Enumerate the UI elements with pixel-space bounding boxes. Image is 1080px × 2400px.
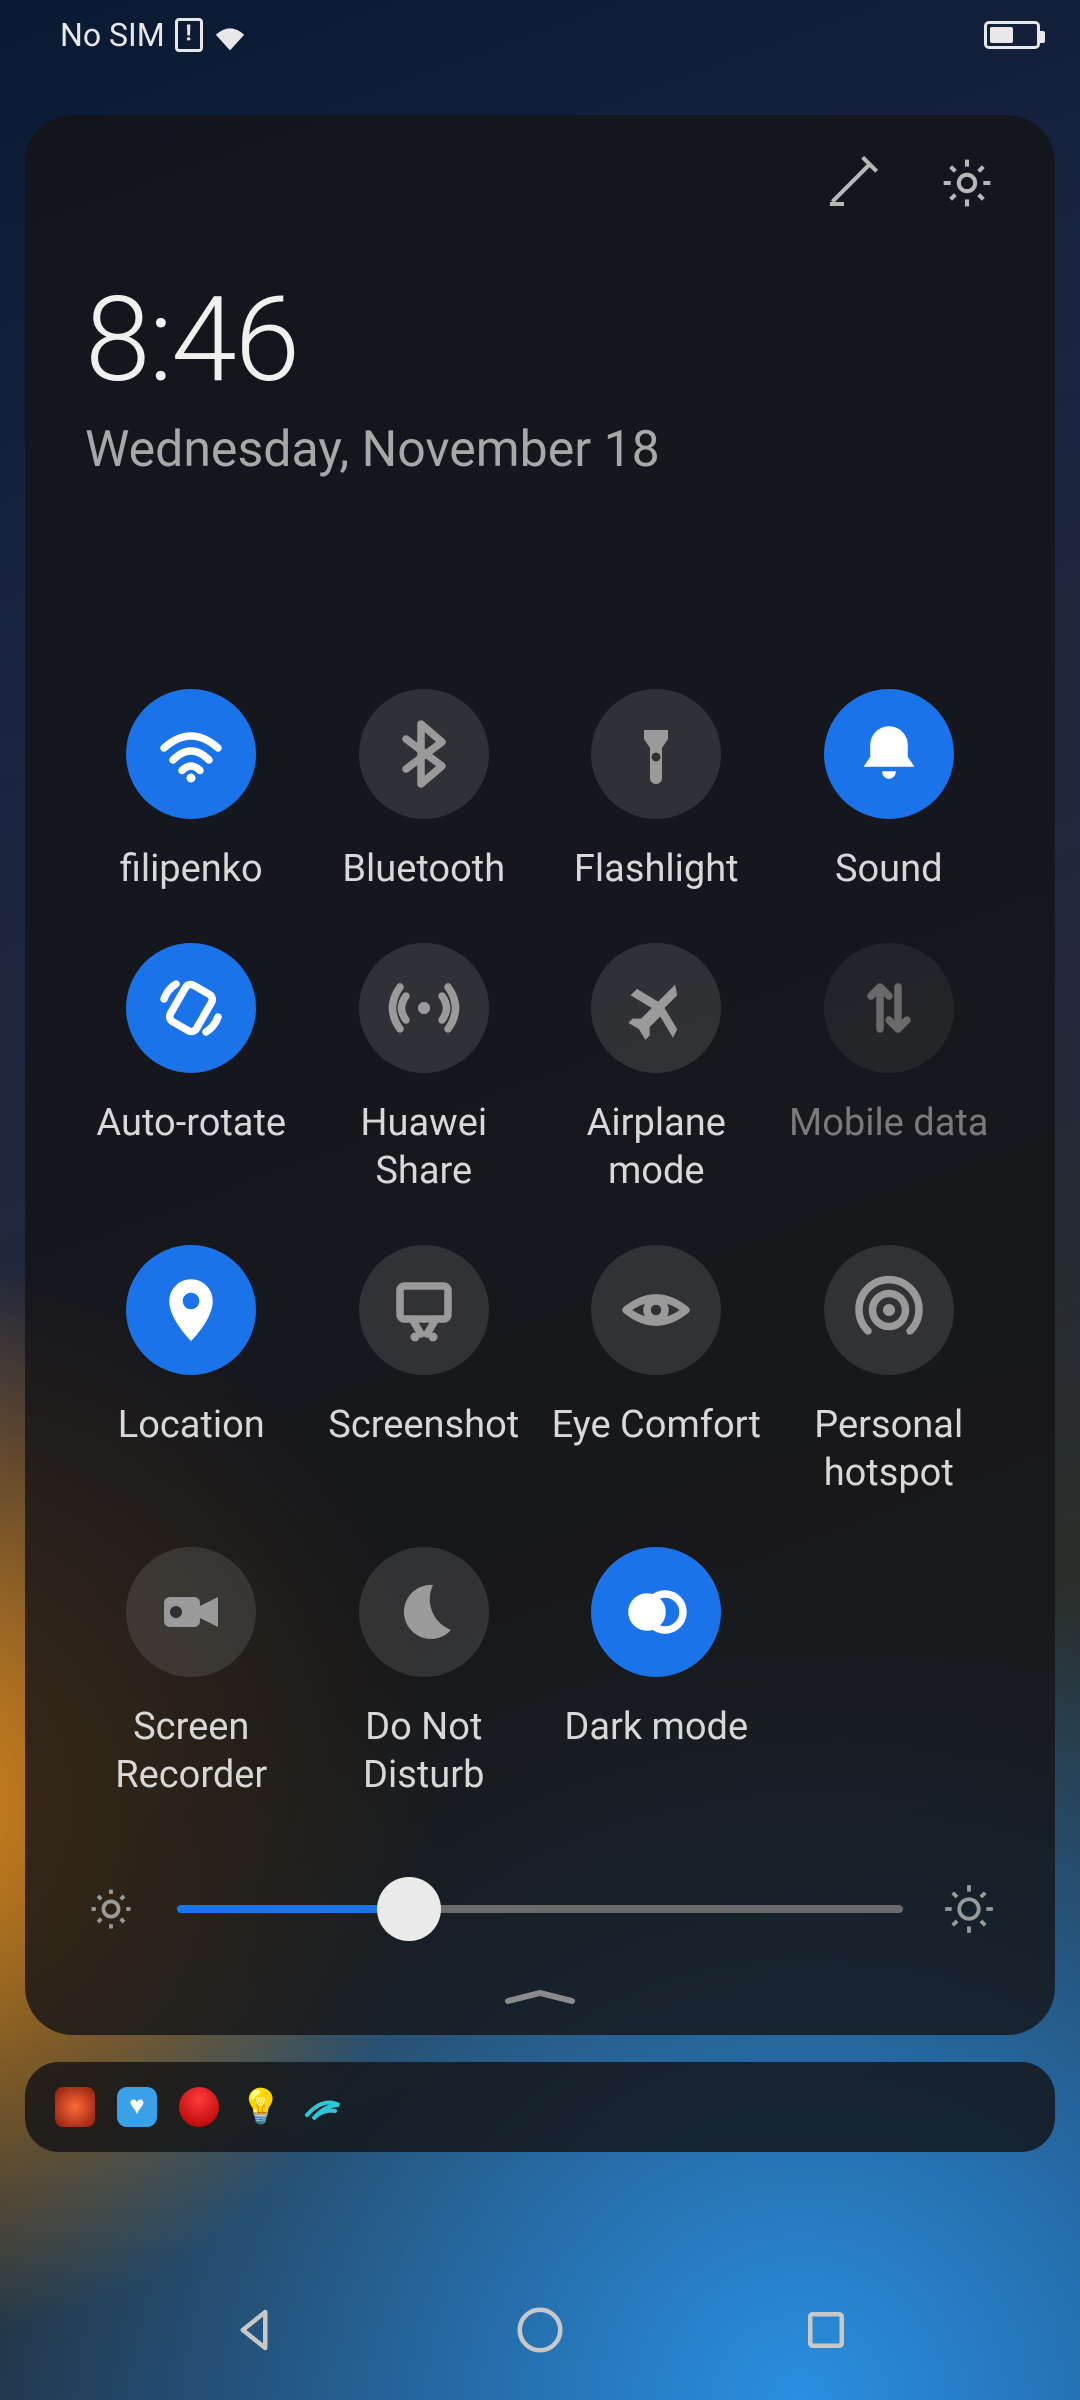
notif-huawei-icon bbox=[179, 2087, 219, 2127]
bell-icon bbox=[853, 718, 925, 790]
notif-tips-icon: 💡 bbox=[241, 2087, 281, 2127]
triangle-back-icon bbox=[227, 2303, 281, 2357]
toggle-label: Airplane mode bbox=[540, 1099, 773, 1195]
toggle-label: Flashlight bbox=[574, 845, 739, 893]
toggle-dark-mode[interactable]: Dark mode bbox=[540, 1547, 773, 1799]
toggle-eye-comfort[interactable]: Eye Comfort bbox=[540, 1245, 773, 1497]
toggle-label: Auto-rotate bbox=[96, 1099, 286, 1147]
toggle-label: Sound bbox=[835, 845, 943, 893]
edit-button[interactable] bbox=[823, 155, 879, 211]
navigation-bar bbox=[0, 2260, 1080, 2400]
hotspot-icon bbox=[853, 1274, 925, 1346]
toggles-grid: filipenko Bluetooth Flashlight Sound Aut… bbox=[75, 689, 1005, 1799]
toggle-screenshot[interactable]: Screenshot bbox=[308, 1245, 541, 1497]
sim-status-text: No SIM bbox=[60, 16, 165, 54]
toggle-label: Do Not Disturb bbox=[308, 1703, 541, 1799]
flashlight-icon bbox=[620, 718, 692, 790]
status-right bbox=[984, 21, 1040, 49]
nav-home-button[interactable] bbox=[508, 2298, 572, 2362]
nav-recent-button[interactable] bbox=[794, 2298, 858, 2362]
location-pin-icon bbox=[155, 1274, 227, 1346]
toggle-sound[interactable]: Sound bbox=[773, 689, 1006, 893]
toggle-mobile-data[interactable]: Mobile data bbox=[773, 943, 1006, 1195]
data-arrows-icon bbox=[853, 972, 925, 1044]
toggle-label: filipenko bbox=[120, 845, 263, 893]
toggle-label: Screenshot bbox=[328, 1401, 519, 1449]
share-waves-icon bbox=[388, 972, 460, 1044]
panel-top-actions bbox=[75, 155, 1005, 211]
quick-settings-panel: 8:46 Wednesday, November 18 filipenko Bl… bbox=[25, 115, 1055, 2035]
toggle-wifi[interactable]: filipenko bbox=[75, 689, 308, 893]
notif-swoosh-icon bbox=[303, 2087, 343, 2127]
moon-icon bbox=[388, 1576, 460, 1648]
toggle-label: Eye Comfort bbox=[552, 1401, 761, 1449]
square-recent-icon bbox=[799, 2303, 853, 2357]
brightness-low-icon bbox=[85, 1883, 137, 1935]
wifi-icon bbox=[155, 718, 227, 790]
notif-health-icon: ♥ bbox=[117, 2087, 157, 2127]
pencil-icon bbox=[823, 155, 879, 211]
brightness-slider-thumb[interactable] bbox=[377, 1877, 441, 1941]
nav-back-button[interactable] bbox=[222, 2298, 286, 2362]
bluetooth-icon bbox=[388, 718, 460, 790]
toggle-bluetooth[interactable]: Bluetooth bbox=[308, 689, 541, 893]
notification-strip[interactable]: ♥ 💡 bbox=[25, 2062, 1055, 2152]
toggle-auto-rotate[interactable]: Auto-rotate bbox=[75, 943, 308, 1195]
dark-mode-icon bbox=[620, 1576, 692, 1648]
toggle-huawei-share[interactable]: Huawei Share bbox=[308, 943, 541, 1195]
clock-date: Wednesday, November 18 bbox=[85, 421, 1005, 479]
brightness-high-icon bbox=[943, 1883, 995, 1935]
toggle-label: Location bbox=[118, 1401, 265, 1449]
brightness-row bbox=[85, 1883, 995, 1935]
toggle-hotspot[interactable]: Personal hotspot bbox=[773, 1245, 1006, 1497]
toggle-label: Mobile data bbox=[789, 1099, 988, 1147]
status-bar: No SIM bbox=[0, 0, 1080, 70]
toggle-location[interactable]: Location bbox=[75, 1245, 308, 1497]
status-left: No SIM bbox=[60, 16, 247, 54]
airplane-icon bbox=[620, 972, 692, 1044]
sim-alert-icon bbox=[175, 18, 203, 52]
notif-game-icon bbox=[55, 2087, 95, 2127]
toggle-dnd[interactable]: Do Not Disturb bbox=[308, 1547, 541, 1799]
toggle-label: Screen Recorder bbox=[75, 1703, 308, 1799]
toggle-label: Personal hotspot bbox=[773, 1401, 1006, 1497]
brightness-slider-fill bbox=[177, 1905, 409, 1913]
toggle-label: Bluetooth bbox=[342, 845, 505, 893]
gear-icon bbox=[939, 155, 995, 211]
toggle-label: Dark mode bbox=[564, 1703, 748, 1751]
video-camera-icon bbox=[155, 1576, 227, 1648]
rotate-icon bbox=[155, 972, 227, 1044]
wifi-status-icon bbox=[213, 22, 247, 48]
eye-icon bbox=[620, 1274, 692, 1346]
clock-time: 8:46 bbox=[85, 271, 1005, 409]
toggle-flashlight[interactable]: Flashlight bbox=[540, 689, 773, 893]
panel-drag-handle[interactable] bbox=[500, 1989, 580, 2005]
toggle-screen-recorder[interactable]: Screen Recorder bbox=[75, 1547, 308, 1799]
battery-icon bbox=[984, 21, 1040, 49]
brightness-slider[interactable] bbox=[177, 1905, 903, 1913]
screenshot-icon bbox=[388, 1274, 460, 1346]
toggle-airplane[interactable]: Airplane mode bbox=[540, 943, 773, 1195]
settings-button[interactable] bbox=[939, 155, 995, 211]
toggle-label: Huawei Share bbox=[308, 1099, 541, 1195]
circle-home-icon bbox=[513, 2303, 567, 2357]
